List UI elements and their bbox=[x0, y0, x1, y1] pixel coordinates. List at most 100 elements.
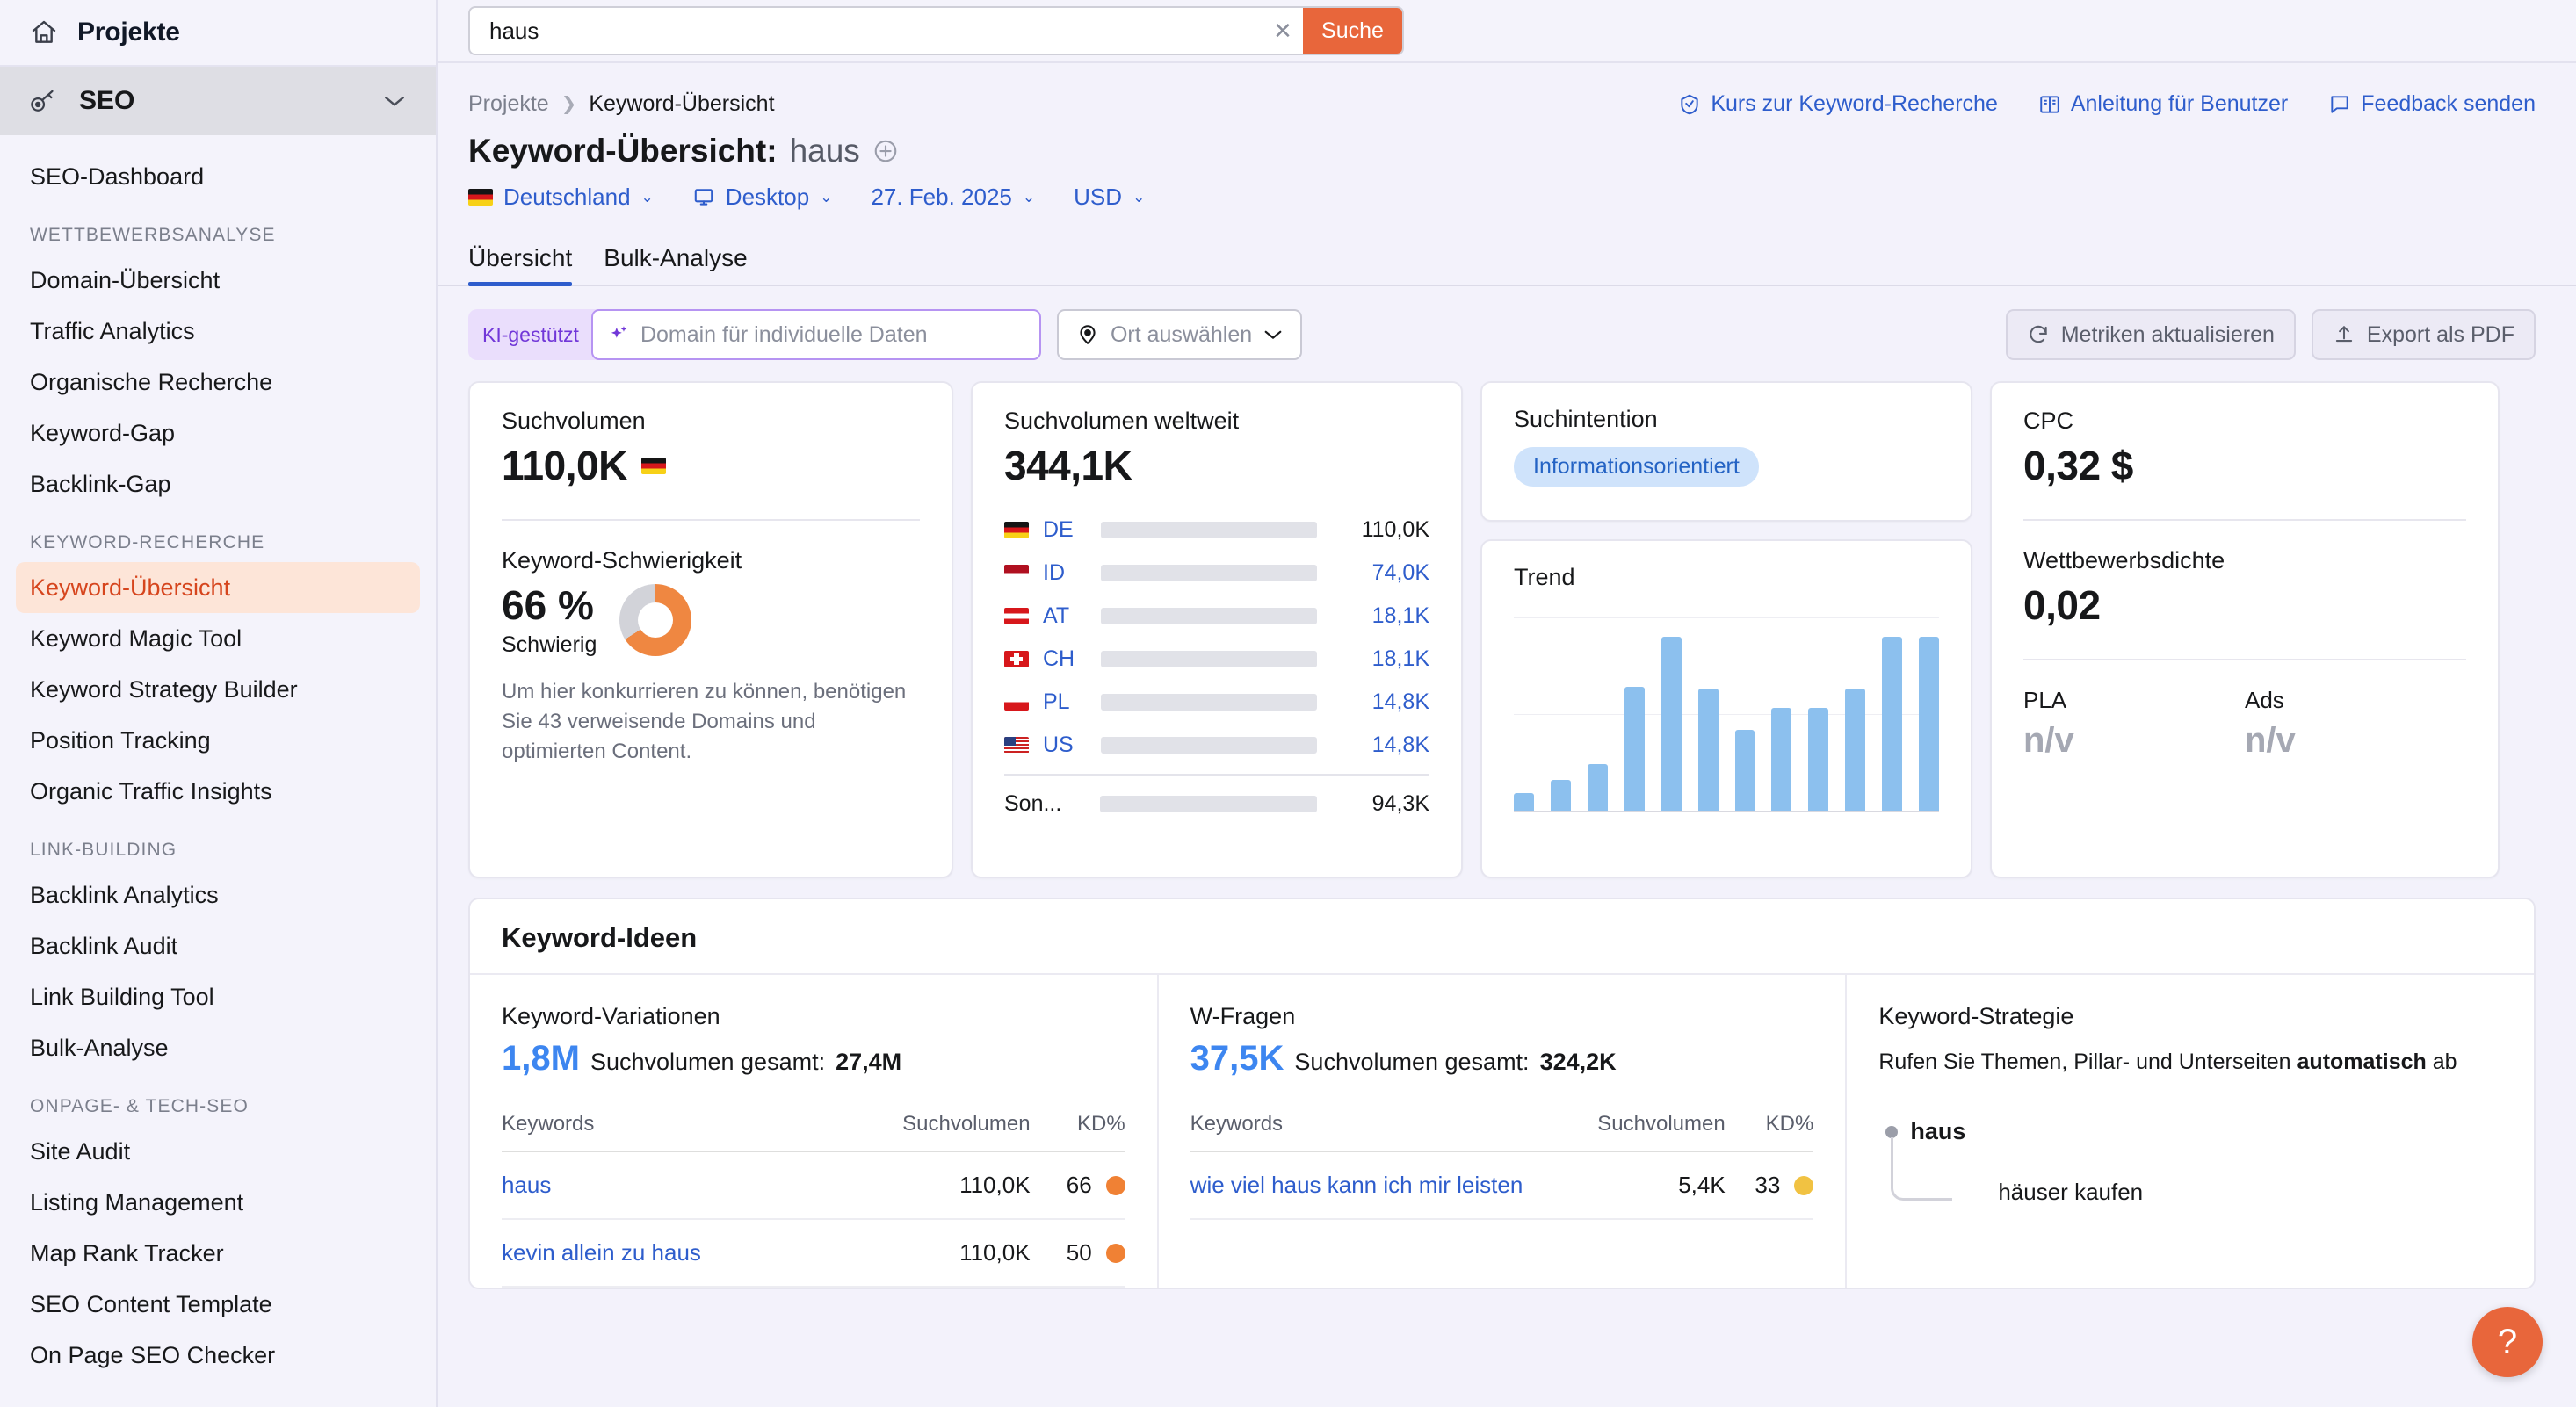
sidebar-item-bulk-analyse[interactable]: Bulk-Analyse bbox=[0, 1022, 436, 1073]
search-button[interactable]: Suche bbox=[1303, 8, 1402, 54]
keyword-ideas-heading: Keyword-Ideen bbox=[470, 899, 2534, 975]
sidebar-projects[interactable]: Projekte bbox=[0, 0, 436, 67]
chevron-down-icon: ⌄ bbox=[1132, 188, 1146, 206]
trend-bar bbox=[1587, 764, 1608, 811]
country-code: DE bbox=[1043, 517, 1074, 542]
domain-input-placeholder: Domain für individuelle Daten bbox=[640, 321, 928, 347]
sidebar-item-keyword-strategy-builder[interactable]: Keyword Strategy Builder bbox=[0, 664, 436, 715]
country-row-id[interactable]: ID 74,0K bbox=[1004, 552, 1429, 595]
filters-row: Deutschland ⌄ Desktop ⌄ 27. Feb. 2025 ⌄ … bbox=[438, 170, 2576, 211]
sidebar-item-organische-recherche[interactable]: Organische Recherche bbox=[0, 357, 436, 408]
sidebar-item-on-page-seo-checker[interactable]: On Page SEO Checker bbox=[0, 1330, 436, 1381]
sidebar-item-traffic-analytics[interactable]: Traffic Analytics bbox=[0, 306, 436, 357]
sidebar-item-keyword-uebersicht[interactable]: Keyword-Übersicht bbox=[16, 562, 420, 613]
chevron-down-icon bbox=[1263, 328, 1283, 341]
card-trend: Trend bbox=[1480, 539, 1972, 878]
header-link-course[interactable]: Kurs zur Keyword-Recherche bbox=[1678, 91, 1998, 117]
sidebar-item-backlink-audit[interactable]: Backlink Audit bbox=[0, 920, 436, 971]
divider bbox=[1004, 774, 1429, 776]
search-input[interactable] bbox=[470, 8, 1263, 54]
table-row[interactable]: kevin allein zu haus 110,0K 50 bbox=[502, 1219, 1125, 1288]
table-row[interactable]: wie viel haus kann ich mir leisten 5,4K … bbox=[1190, 1151, 1814, 1220]
breadcrumb-row: Projekte ❯ Keyword-Übersicht Kurs zur Ke… bbox=[438, 63, 2576, 117]
country-list: DE 110,0K ID 74,0K AT 18,1K CH 18,1K PL … bbox=[1004, 509, 1429, 826]
table-header-row: Keywords Suchvolumen KD% bbox=[1190, 1112, 1814, 1152]
column-keyword-variations: Keyword-Variationen 1,8M Suchvolumen ges… bbox=[470, 975, 1159, 1288]
search-volume-value: 110,0K bbox=[502, 443, 627, 488]
divider bbox=[2023, 519, 2466, 521]
sidebar-item-seo-content-template[interactable]: SEO Content Template bbox=[0, 1279, 436, 1330]
sidebar-item-position-tracking[interactable]: Position Tracking bbox=[0, 715, 436, 766]
country-row-us[interactable]: US 14,8K bbox=[1004, 724, 1429, 767]
help-button[interactable]: ? bbox=[2472, 1307, 2543, 1377]
keyword-difficulty-label: Keyword-Schwierigkeit bbox=[502, 547, 742, 574]
search-intent-pill[interactable]: Informationsorientiert bbox=[1514, 447, 1759, 487]
trend-label: Trend bbox=[1514, 564, 1575, 590]
keyword-difficulty-value: 66 % bbox=[502, 582, 594, 628]
country-bar bbox=[1101, 737, 1317, 754]
export-pdf-button[interactable]: Export als PDF bbox=[2311, 309, 2536, 360]
plus-circle-icon[interactable] bbox=[872, 138, 899, 164]
keyword-link[interactable]: kevin allein zu haus bbox=[502, 1239, 701, 1266]
sidebar-item-backlink-gap[interactable]: Backlink-Gap bbox=[0, 458, 436, 509]
kd-dot bbox=[1794, 1176, 1814, 1195]
header-link-guide-label: Anleitung für Benutzer bbox=[2070, 91, 2289, 116]
strategy-tree-child[interactable]: häuser kaufen bbox=[1998, 1179, 2502, 1206]
trend-chart bbox=[1514, 617, 1940, 812]
filter-device[interactable]: Desktop ⌄ bbox=[692, 184, 832, 211]
table-row[interactable]: haus 110,0K 66 bbox=[502, 1151, 1125, 1220]
trend-bar bbox=[1771, 708, 1792, 811]
sidebar-item-map-rank-tracker[interactable]: Map Rank Tracker bbox=[0, 1228, 436, 1279]
sidebar-item-keyword-gap[interactable]: Keyword-Gap bbox=[0, 408, 436, 458]
ads-block: Ads n/v bbox=[2245, 687, 2466, 761]
header-link-guide[interactable]: Anleitung für Benutzer bbox=[2038, 91, 2288, 117]
sidebar-item-link-building-tool[interactable]: Link Building Tool bbox=[0, 971, 436, 1022]
tab-bulk-analyse[interactable]: Bulk-Analyse bbox=[588, 244, 763, 285]
chevron-down-icon[interactable] bbox=[383, 94, 406, 108]
domain-input[interactable]: Domain für individuelle Daten bbox=[590, 309, 1041, 360]
keyword-difficulty-row: 66 % Schwierig bbox=[502, 581, 920, 658]
row-volume: 5,4K bbox=[1532, 1151, 1726, 1220]
country-row-pl[interactable]: PL 14,8K bbox=[1004, 681, 1429, 724]
location-select[interactable]: Ort auswählen bbox=[1056, 309, 1303, 360]
clear-icon[interactable]: ✕ bbox=[1263, 18, 1303, 45]
keyword-link[interactable]: haus bbox=[502, 1172, 551, 1198]
trend-bar bbox=[1734, 729, 1755, 811]
trend-bar bbox=[1882, 637, 1903, 811]
sidebar-item-backlink-analytics[interactable]: Backlink Analytics bbox=[0, 869, 436, 920]
refresh-metrics-button[interactable]: Metriken aktualisieren bbox=[2005, 309, 2296, 360]
sparkle-icon bbox=[607, 323, 630, 346]
country-row-de[interactable]: DE 110,0K bbox=[1004, 509, 1429, 552]
row-keyword[interactable]: kevin allein zu haus bbox=[502, 1219, 824, 1288]
sidebar-item-site-audit[interactable]: Site Audit bbox=[0, 1126, 436, 1177]
sidebar-item-organic-traffic-insights[interactable]: Organic Traffic Insights bbox=[0, 766, 436, 817]
country-code: AT bbox=[1043, 603, 1070, 628]
breadcrumb-root[interactable]: Projekte bbox=[468, 91, 549, 117]
country-other-value: 94,3K bbox=[1371, 791, 1429, 816]
filter-country[interactable]: Deutschland ⌄ bbox=[468, 184, 654, 211]
sidebar-section-seo[interactable]: SEO bbox=[0, 67, 436, 135]
filter-currency[interactable]: USD ⌄ bbox=[1074, 184, 1145, 211]
country-bar bbox=[1101, 694, 1317, 711]
sidebar-item-domain-uebersicht[interactable]: Domain-Übersicht bbox=[0, 255, 436, 306]
search-intent-label: Suchintention bbox=[1514, 406, 1658, 432]
strategy-tree-root[interactable]: haus bbox=[1885, 1118, 2502, 1145]
sidebar-item-keyword-magic-tool[interactable]: Keyword Magic Tool bbox=[0, 613, 436, 664]
col-keywords: Keywords bbox=[502, 1112, 824, 1152]
sidebar-item-seo-dashboard[interactable]: SEO-Dashboard bbox=[0, 151, 436, 202]
country-row-at[interactable]: AT 18,1K bbox=[1004, 595, 1429, 638]
keyword-difficulty-donut bbox=[619, 583, 692, 656]
filter-date[interactable]: 27. Feb. 2025 ⌄ bbox=[871, 184, 1035, 211]
header-link-feedback[interactable]: Feedback senden bbox=[2328, 91, 2536, 117]
country-row-ch[interactable]: CH 18,1K bbox=[1004, 638, 1429, 681]
card-column-intent-trend: Suchintention Informationsorientiert Tre… bbox=[1480, 381, 1972, 878]
keyword-link[interactable]: wie viel haus kann ich mir leisten bbox=[1190, 1172, 1523, 1198]
row-keyword[interactable]: wie viel haus kann ich mir leisten bbox=[1190, 1151, 1533, 1220]
strategy-desc-a: Rufen Sie Themen, Pillar- und Unterseite… bbox=[1878, 1050, 2297, 1074]
row-keyword[interactable]: haus bbox=[502, 1151, 824, 1220]
questions-title: W-Fragen bbox=[1190, 1003, 1296, 1029]
tab-uebersicht[interactable]: Übersicht bbox=[468, 244, 588, 286]
sidebar-item-listing-management[interactable]: Listing Management bbox=[0, 1177, 436, 1228]
country-code: CH bbox=[1043, 646, 1075, 671]
tree-node-dot-icon bbox=[1885, 1125, 1899, 1138]
